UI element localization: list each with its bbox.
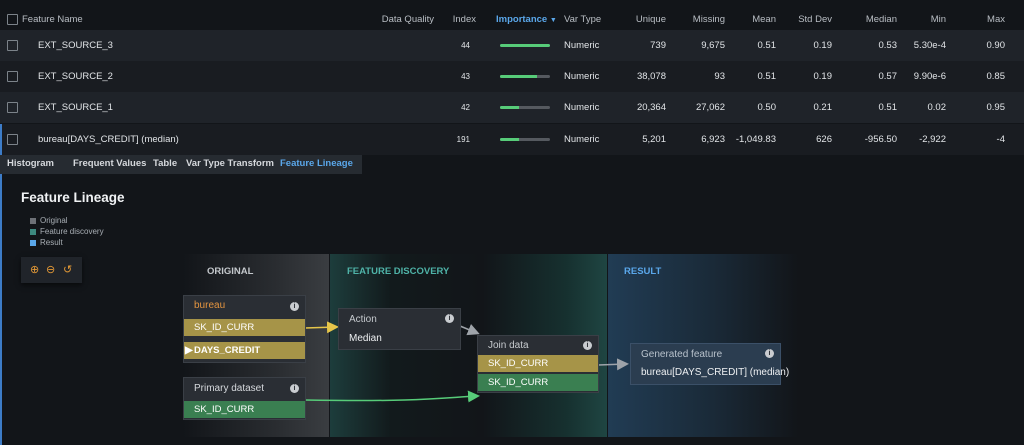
bureau-node-title: bureau	[194, 300, 226, 311]
info-icon[interactable]: i	[583, 341, 592, 350]
action-node-value: Median	[349, 333, 382, 344]
bureau-field-sk-id-curr: SK_ID_CURR	[184, 319, 305, 336]
join-data-node[interactable]: Join data i SK_ID_CURR SK_ID_CURR	[477, 335, 599, 393]
join-field-sk-id-curr-bureau: SK_ID_CURR	[478, 355, 598, 372]
primary-node-title: Primary dataset	[194, 383, 265, 394]
link-primary-to-join	[304, 390, 480, 403]
result-node-value: bureau[DAYS_CREDIT] (median)	[641, 367, 790, 378]
link-action-to-join	[459, 324, 480, 336]
bureau-node[interactable]: bureau i SK_ID_CURR ▶ DAYS_CREDIT	[183, 295, 306, 363]
bureau-field-days-credit-label: DAYS_CREDIT	[194, 345, 261, 356]
bureau-field-days-credit: ▶ DAYS_CREDIT	[184, 342, 305, 359]
info-icon[interactable]: i	[765, 349, 774, 358]
primary-field-sk-id-curr: SK_ID_CURR	[184, 401, 305, 418]
link-bureau-to-action	[304, 321, 339, 334]
info-icon[interactable]: i	[445, 314, 454, 323]
primary-dataset-node[interactable]: Primary dataset i SK_ID_CURR	[183, 377, 306, 420]
generated-feature-node[interactable]: Generated feature i bureau[DAYS_CREDIT] …	[630, 343, 789, 385]
info-icon[interactable]: i	[290, 302, 299, 311]
info-icon[interactable]: i	[290, 384, 299, 393]
join-node-title: Join data	[488, 340, 529, 351]
link-join-to-result	[597, 358, 629, 371]
result-node-title: Generated feature	[641, 349, 723, 360]
action-node[interactable]: Action i Median	[338, 308, 461, 350]
action-node-title: Action	[349, 314, 377, 325]
join-field-sk-id-curr-primary: SK_ID_CURR	[478, 374, 598, 391]
caret-right-icon: ▶	[185, 345, 193, 356]
